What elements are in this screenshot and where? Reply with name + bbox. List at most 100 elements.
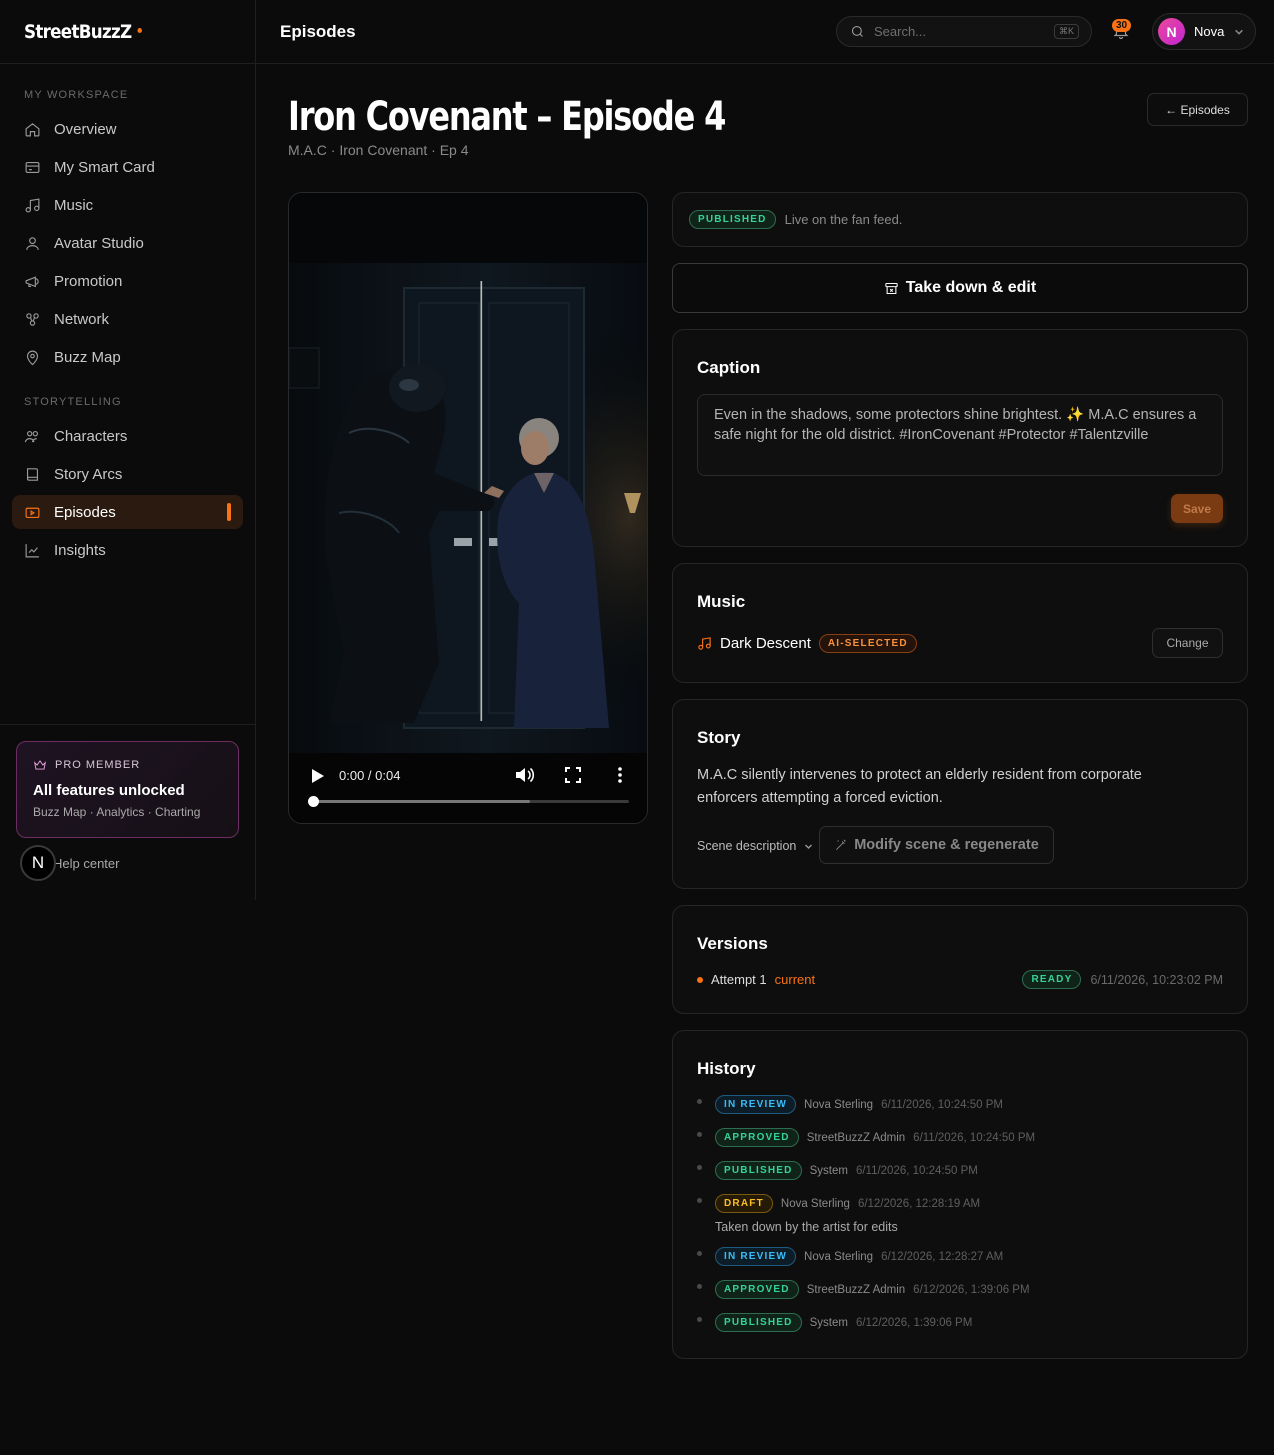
shortcut-hint: ⌘K <box>1053 24 1079 39</box>
archive-icon <box>885 282 898 294</box>
status-badge: PUBLISHED <box>689 210 776 229</box>
page-title: Iron Covenant – Episode 4 <box>288 94 726 140</box>
history-item: DRAFT Nova Sterling 6/12/2026, 12:28:19 … <box>697 1194 980 1213</box>
sidebar-item-my-smart-card[interactable]: My Smart Card <box>12 150 243 184</box>
help-center-label: Help center <box>53 855 120 871</box>
history-status-badge: APPROVED <box>715 1128 799 1147</box>
crown-icon <box>34 760 46 770</box>
history-actor: Nova Sterling <box>804 1250 874 1263</box>
timeline-dot <box>697 1198 702 1203</box>
history-time: 6/12/2026, 1:39:06 PM <box>855 1316 973 1329</box>
search-icon <box>851 25 863 37</box>
ai-selected-badge: AI-SELECTED <box>818 634 917 653</box>
version-item[interactable]: Attempt 1 current <box>697 972 815 987</box>
pro-title: All features unlocked <box>33 782 185 799</box>
sidebar-item-label: Insights <box>54 541 106 559</box>
back-to-episodes-button[interactable]: ← Episodes <box>1147 93 1248 126</box>
logo[interactable]: StreetBuzzZ <box>24 21 143 43</box>
more-options-icon[interactable] <box>617 766 623 784</box>
home-icon <box>25 122 40 136</box>
take-down-button[interactable]: Take down & edit <box>672 263 1248 313</box>
notifications-button[interactable]: 30 <box>1112 19 1132 42</box>
help-center-link[interactable]: N Help center <box>20 845 119 881</box>
n-badge[interactable]: N <box>20 845 56 881</box>
history-item: PUBLISHED System 6/11/2026, 10:24:50 PM <box>697 1161 978 1180</box>
history-status-badge: DRAFT <box>715 1194 773 1213</box>
map-pin-icon <box>26 350 39 365</box>
music-card: Music Dark Descent AI-SELECTED Change <box>672 563 1248 683</box>
history-actor: Nova Sterling <box>780 1197 850 1210</box>
sidebar-item-episodes[interactable]: Episodes <box>12 495 243 529</box>
versions-card: Versions Attempt 1 current READY 6/11/20… <box>672 905 1248 1014</box>
sidebar-item-network[interactable]: Network <box>12 302 243 336</box>
status-card: PUBLISHED Live on the fan feed. <box>672 192 1248 247</box>
user-menu[interactable]: N Nova <box>1152 13 1256 50</box>
sidebar-item-promotion[interactable]: Promotion <box>12 264 243 298</box>
caption-card: Caption Even in the shadows, some protec… <box>672 329 1248 547</box>
active-indicator <box>227 503 231 521</box>
chevron-down-icon <box>1235 29 1244 35</box>
history-status-badge: APPROVED <box>715 1280 799 1299</box>
history-item: IN REVIEW Nova Sterling 6/12/2026, 12:28… <box>697 1247 1003 1266</box>
sidebar-item-insights[interactable]: Insights <box>12 533 243 567</box>
sidebar-item-label: Music <box>54 196 94 214</box>
history-status-badge: PUBLISHED <box>715 1313 802 1332</box>
regenerate-button[interactable]: Modify scene & regenerate <box>819 826 1054 864</box>
section-my-workspace: MY WORKSPACE <box>24 89 129 101</box>
history-note: Taken down by the artist for edits <box>715 1220 898 1234</box>
history-time: 6/12/2026, 12:28:27 AM <box>881 1250 1004 1263</box>
story-title: Story <box>697 728 741 747</box>
page-header: Episodes <box>280 22 356 41</box>
history-time: 6/12/2026, 12:28:19 AM <box>857 1197 981 1210</box>
sidebar-item-characters[interactable]: Characters <box>12 419 243 453</box>
change-music-button[interactable]: Change <box>1152 628 1223 658</box>
network-icon <box>26 312 39 326</box>
volume-icon[interactable] <box>515 766 535 784</box>
fullscreen-icon[interactable] <box>565 767 581 783</box>
timeline-dot <box>697 1284 702 1289</box>
avatar: N <box>1158 18 1185 45</box>
history-time: 6/11/2026, 10:24:50 PM <box>855 1164 978 1177</box>
divider <box>0 724 256 725</box>
search-box[interactable]: ⌘K <box>836 16 1092 47</box>
sidebar-item-story-arcs[interactable]: Story Arcs <box>12 457 243 491</box>
logo-dot <box>137 28 143 33</box>
history-status-badge: PUBLISHED <box>715 1161 802 1180</box>
pro-subtitle: Buzz Map · Analytics · Charting <box>33 805 201 819</box>
version-time: 6/11/2026, 10:23:02 PM <box>1090 972 1223 987</box>
story-text: M.A.C silently intervenes to protect an … <box>697 767 1142 806</box>
pro-member-card[interactable]: PRO MEMBER All features unlocked Buzz Ma… <box>16 741 239 838</box>
sidebar-item-label: My Smart Card <box>54 158 155 176</box>
sidebar-item-label: Characters <box>54 427 128 445</box>
history-status-badge: IN REVIEW <box>715 1247 797 1266</box>
story-card: Story M.A.C silently intervenes to prote… <box>672 699 1248 889</box>
user-icon <box>26 236 39 250</box>
music-title: Music <box>697 592 746 611</box>
history-time: 6/12/2026, 1:39:06 PM <box>913 1283 1030 1296</box>
sidebar-item-label: Promotion <box>54 272 123 290</box>
sidebar-item-buzz-map[interactable]: Buzz Map <box>12 340 243 374</box>
progress-thumb[interactable] <box>308 796 319 807</box>
scene-description-toggle[interactable]: Scene description <box>697 839 813 853</box>
sidebar-item-label: Story Arcs <box>54 465 123 483</box>
timeline-dot <box>697 1317 702 1322</box>
video-progress-bar[interactable] <box>308 796 629 807</box>
save-button[interactable]: Save <box>1171 494 1223 523</box>
play-icon[interactable] <box>311 768 325 784</box>
sidebar-item-avatar-studio[interactable]: Avatar Studio <box>12 226 243 260</box>
sidebar-item-music[interactable]: Music <box>12 188 243 222</box>
search-input[interactable] <box>874 24 1044 39</box>
sidebar-item-overview[interactable]: Overview <box>12 112 243 146</box>
caption-textarea[interactable]: Even in the shadows, some protectors shi… <box>697 394 1223 476</box>
pro-label: PRO MEMBER <box>33 758 222 772</box>
timeline-dot <box>697 1165 702 1170</box>
topbar: Episodes ⌘K 30 N Nova <box>256 0 1274 64</box>
sidebar-item-label: Avatar Studio <box>54 234 144 252</box>
buffered-range <box>311 800 531 803</box>
megaphone-icon <box>25 275 39 287</box>
sidebar-item-label: Buzz Map <box>54 348 121 366</box>
video-player[interactable]: 0:00 / 0:04 <box>288 192 648 824</box>
version-dot <box>697 976 703 983</box>
history-item: IN REVIEW Nova Sterling 6/11/2026, 10:24… <box>697 1095 1003 1114</box>
status-text: Live on the fan feed. <box>784 212 903 227</box>
